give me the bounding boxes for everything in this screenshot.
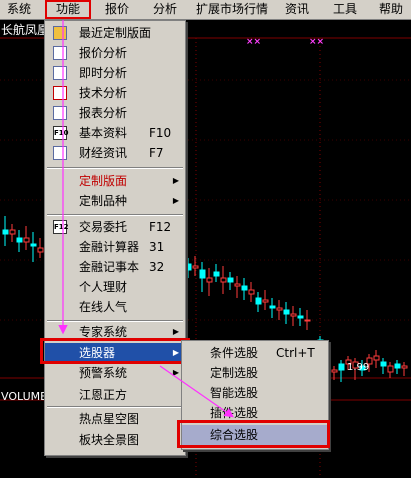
submenu-custom-picker[interactable]: 定制选股 xyxy=(182,363,328,383)
candle-body xyxy=(220,277,227,283)
candle-body xyxy=(213,271,220,277)
candle-body xyxy=(304,319,311,322)
menu-quote[interactable]: 报价 xyxy=(100,0,134,19)
submenu-smart-picker[interactable]: 智能选股 xyxy=(182,383,328,403)
menu-item-custom-layout[interactable]: 定制版面 ▶ xyxy=(45,171,185,191)
menu-item-trade-order[interactable]: F12 交易委托 F12 xyxy=(45,217,185,237)
menu-help[interactable]: 帮助 xyxy=(374,0,408,19)
volume-label: VOLUME xyxy=(1,390,48,403)
menu-item-basic-info[interactable]: F10 基本资料 F10 xyxy=(45,123,185,143)
candle-body xyxy=(255,297,262,305)
menu-separator xyxy=(47,406,183,408)
news-icon xyxy=(53,146,67,160)
candle-body xyxy=(394,363,401,369)
menu-analysis[interactable]: 分析 xyxy=(148,0,182,19)
submenu-arrow-icon: ▶ xyxy=(172,196,179,205)
chart-marker: ×× xyxy=(309,37,325,47)
candle-body xyxy=(227,277,234,283)
candle-body xyxy=(380,361,387,367)
menu-item-realtime-analysis[interactable]: 即时分析 xyxy=(45,63,185,83)
report-analysis-icon xyxy=(53,106,67,120)
menu-separator xyxy=(47,214,183,216)
candle-body xyxy=(283,309,290,315)
candle-body xyxy=(401,365,408,369)
menu-bar: 系统 功能 报价 分析 扩展市场行情 资讯 工具 帮助 xyxy=(0,0,411,20)
candle-body xyxy=(9,229,16,235)
candle-body xyxy=(373,355,380,361)
candle-body xyxy=(2,229,9,235)
candle-body xyxy=(23,237,30,243)
menu-item-personal-finance[interactable]: 个人理财 xyxy=(45,277,185,297)
submenu-arrow-icon: ▶ xyxy=(172,176,179,185)
menu-tools[interactable]: 工具 xyxy=(328,0,362,19)
menu-item-recent-layout[interactable]: 最近定制版面 xyxy=(45,23,185,43)
menu-system[interactable]: 系统 xyxy=(4,0,34,19)
technical-analysis-icon xyxy=(53,86,67,100)
menu-separator xyxy=(47,167,183,169)
menu-item-gann-square[interactable]: 江恩正方 xyxy=(45,385,185,405)
menu-item-quote-analysis[interactable]: 报价分析 xyxy=(45,43,185,63)
candle-body xyxy=(248,289,255,295)
recent-layout-icon xyxy=(53,26,67,40)
candle-body xyxy=(37,247,44,253)
menu-item-alert-system[interactable]: 预警系统 ▶ xyxy=(45,363,185,383)
price-label: 1.99 xyxy=(347,362,370,373)
submenu-condition-picker[interactable]: 条件选股 Ctrl+T xyxy=(182,343,328,363)
stock-name: 长航凤凰 xyxy=(1,23,50,37)
menu-item-online-popularity[interactable]: 在线人气 xyxy=(45,297,185,317)
candle-body xyxy=(297,315,304,319)
annotation-box-comprehensive-picker xyxy=(177,420,330,448)
candle-body xyxy=(276,307,283,311)
menu-item-hotspot-starmap[interactable]: 热点星空图 xyxy=(45,409,185,429)
menu-news[interactable]: 资讯 xyxy=(280,0,314,19)
chart-marker: ×× xyxy=(246,37,262,47)
candle-body xyxy=(30,243,37,247)
annotation-box-stock-picker xyxy=(40,338,190,364)
candle-body xyxy=(192,265,199,269)
function-dropdown: 最近定制版面 报价分析 即时分析 技术分析 报表分析 F10 基本资料 F10 … xyxy=(44,20,186,456)
candle-body xyxy=(290,313,297,317)
candle-body xyxy=(234,283,241,287)
menu-extended-market[interactable]: 扩展市场行情 xyxy=(192,0,272,19)
candle-body xyxy=(262,299,269,303)
candle-body xyxy=(331,369,338,373)
candle-body xyxy=(199,269,206,279)
menu-function[interactable]: 功能 xyxy=(45,0,91,19)
menu-item-technical-analysis[interactable]: 技术分析 xyxy=(45,83,185,103)
candle-body xyxy=(185,263,192,271)
candle-body xyxy=(16,237,23,243)
quote-analysis-icon xyxy=(53,46,67,60)
realtime-analysis-icon xyxy=(53,66,67,80)
candle-body xyxy=(269,305,276,309)
menu-item-custom-symbols[interactable]: 定制品种 ▶ xyxy=(45,191,185,211)
candle-body xyxy=(387,365,394,373)
menu-item-sector-panorama[interactable]: 板块全景图 xyxy=(45,430,185,450)
menu-item-finance-calculator[interactable]: 金融计算器 31 xyxy=(45,237,185,257)
f10-icon: F10 xyxy=(53,126,69,140)
menu-item-report-analysis[interactable]: 报表分析 xyxy=(45,103,185,123)
menu-item-finance-news[interactable]: 财经资讯 F7 xyxy=(45,143,185,163)
menu-item-finance-notepad[interactable]: 金融记事本 32 xyxy=(45,257,185,277)
candle-body xyxy=(338,363,345,371)
f12-icon: F12 xyxy=(53,220,69,234)
candle-body xyxy=(241,285,248,291)
submenu-arrow-icon: ▶ xyxy=(172,368,179,377)
candle-body xyxy=(206,277,213,283)
